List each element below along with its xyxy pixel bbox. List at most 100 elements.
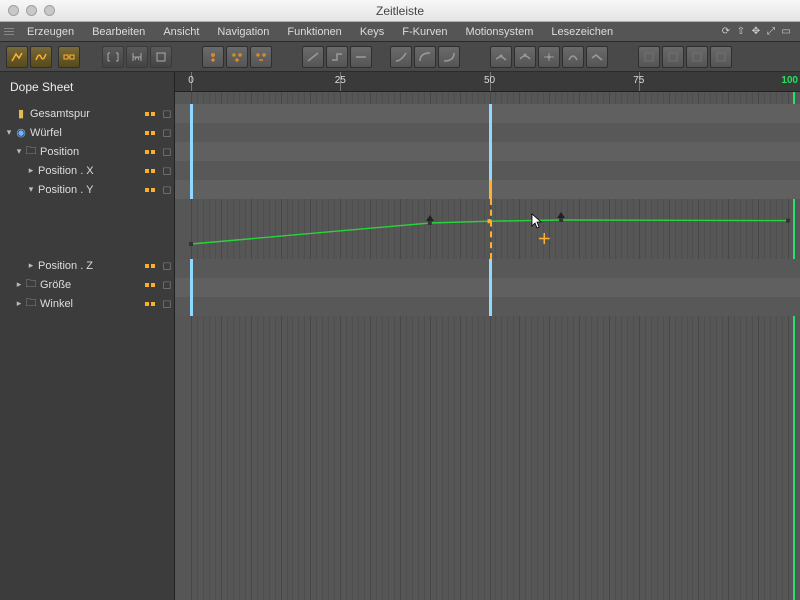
zoom-dot[interactable] bbox=[44, 5, 55, 16]
remove-keys-button[interactable] bbox=[250, 46, 272, 68]
menu-erzeugen[interactable]: Erzeugen bbox=[18, 22, 83, 42]
key-dots[interactable] bbox=[140, 302, 160, 306]
curve-area[interactable]: ＋ bbox=[175, 199, 800, 259]
mute-toggle[interactable]: ◻ bbox=[160, 126, 174, 139]
lane-angle[interactable] bbox=[175, 297, 800, 316]
track-position-x[interactable]: ▸ Position . X ◻ bbox=[0, 161, 174, 180]
tangent-step-button[interactable] bbox=[326, 46, 348, 68]
tangent-ease-button[interactable] bbox=[390, 46, 412, 68]
keyframe[interactable] bbox=[489, 259, 492, 278]
menu-lesezeichen[interactable]: Lesezeichen bbox=[542, 22, 622, 42]
traffic-lights[interactable] bbox=[8, 5, 55, 16]
nav-zoom-icon[interactable]: ⤢ bbox=[765, 26, 777, 38]
keyframe[interactable] bbox=[489, 297, 492, 316]
lane-cube[interactable] bbox=[175, 123, 800, 142]
key-dots[interactable] bbox=[140, 283, 160, 287]
key-dots[interactable] bbox=[140, 264, 160, 268]
mute-toggle[interactable]: ◻ bbox=[160, 259, 174, 272]
key-dots[interactable] bbox=[140, 112, 160, 116]
mute-toggle[interactable]: ◻ bbox=[160, 278, 174, 291]
add-keys-button[interactable] bbox=[226, 46, 248, 68]
expand-arrow-icon[interactable]: ▸ bbox=[14, 298, 24, 309]
unify-tangent-button[interactable] bbox=[514, 46, 536, 68]
keyframe[interactable] bbox=[190, 123, 193, 142]
mode-fcurve-button[interactable] bbox=[30, 46, 52, 68]
track-position[interactable]: ▾ 🗀 Position ◻ bbox=[0, 142, 174, 161]
playhead[interactable] bbox=[490, 199, 492, 259]
frame-selected-button[interactable] bbox=[126, 46, 148, 68]
keyframe[interactable] bbox=[190, 180, 193, 199]
break-tangent-button[interactable] bbox=[490, 46, 512, 68]
keyframe[interactable] bbox=[489, 278, 492, 297]
tangent-linear-button[interactable] bbox=[302, 46, 324, 68]
expand-arrow-icon[interactable]: ▾ bbox=[4, 127, 14, 138]
add-key-button[interactable] bbox=[202, 46, 224, 68]
keyframe[interactable] bbox=[489, 123, 492, 142]
menu-fkurven[interactable]: F-Kurven bbox=[393, 22, 456, 42]
track-position-z[interactable]: ▸ Position . Z ◻ bbox=[0, 256, 174, 275]
frame-all-button[interactable] bbox=[102, 46, 124, 68]
expand-arrow-icon[interactable]: ▾ bbox=[14, 146, 24, 157]
link-button[interactable] bbox=[58, 46, 80, 68]
lane-master[interactable] bbox=[175, 104, 800, 123]
auto-tangent-button[interactable] bbox=[538, 46, 560, 68]
track-position-y[interactable]: ▾ Position . Y ◻ bbox=[0, 180, 174, 199]
track-angle[interactable]: ▸ 🗀 Winkel ◻ bbox=[0, 294, 174, 313]
timeline-ruler[interactable]: 100 0255075 bbox=[175, 72, 800, 92]
tangent-handle[interactable] bbox=[426, 215, 434, 221]
keyframe[interactable] bbox=[190, 297, 193, 316]
nav-up-icon[interactable]: ⇧ bbox=[735, 26, 747, 38]
nav-icon[interactable]: ⟳ bbox=[720, 26, 732, 38]
key-dots[interactable] bbox=[140, 150, 160, 154]
close-dot[interactable] bbox=[8, 5, 19, 16]
mute-toggle[interactable]: ◻ bbox=[160, 145, 174, 158]
expand-arrow-icon[interactable]: ▸ bbox=[26, 260, 36, 271]
keyframe[interactable] bbox=[489, 161, 492, 180]
menu-bearbeiten[interactable]: Bearbeiten bbox=[83, 22, 154, 42]
menu-keys[interactable]: Keys bbox=[351, 22, 393, 42]
menu-navigation[interactable]: Navigation bbox=[208, 22, 278, 42]
minimize-dot[interactable] bbox=[26, 5, 37, 16]
keyframe[interactable] bbox=[489, 104, 492, 123]
keyframe[interactable] bbox=[190, 104, 193, 123]
mode-dopesheet-button[interactable] bbox=[6, 46, 28, 68]
expand-arrow-icon[interactable]: ▸ bbox=[14, 279, 24, 290]
timeline[interactable]: 100 0255075 ＋ bbox=[175, 72, 800, 600]
keyframe[interactable] bbox=[190, 142, 193, 161]
tangent-flat-button[interactable] bbox=[350, 46, 372, 68]
menu-funktionen[interactable]: Funktionen bbox=[278, 22, 350, 42]
mute-toggle[interactable]: ◻ bbox=[160, 183, 174, 196]
mute-toggle[interactable]: ◻ bbox=[160, 297, 174, 310]
menu-ansicht[interactable]: Ansicht bbox=[154, 22, 208, 42]
lane-pos-x[interactable] bbox=[175, 161, 800, 180]
track-cube[interactable]: ▾ ◉ Würfel ◻ bbox=[0, 123, 174, 142]
lane-pos-z[interactable] bbox=[175, 259, 800, 278]
nav-dock-icon[interactable]: ▭ bbox=[780, 26, 792, 38]
lane-position[interactable] bbox=[175, 142, 800, 161]
mute-toggle[interactable]: ◻ bbox=[160, 107, 174, 120]
menu-motionsystem[interactable]: Motionsystem bbox=[457, 22, 543, 42]
nav-move-icon[interactable]: ✥ bbox=[750, 26, 762, 38]
menubar-grip[interactable] bbox=[4, 28, 14, 35]
expand-arrow-icon[interactable]: ▸ bbox=[26, 165, 36, 176]
weighted-tangent-button[interactable] bbox=[586, 46, 608, 68]
extra-3-button[interactable] bbox=[686, 46, 708, 68]
extra-4-button[interactable] bbox=[710, 46, 732, 68]
keyframe[interactable] bbox=[489, 142, 492, 161]
tangent-easein-button[interactable] bbox=[414, 46, 436, 68]
tangent-easeout-button[interactable] bbox=[438, 46, 460, 68]
keyframe[interactable] bbox=[190, 278, 193, 297]
key-dots[interactable] bbox=[140, 169, 160, 173]
key-dots[interactable] bbox=[140, 188, 160, 192]
keyframe[interactable] bbox=[190, 259, 193, 278]
extra-1-button[interactable] bbox=[638, 46, 660, 68]
clamp-tangent-button[interactable] bbox=[562, 46, 584, 68]
keyframe[interactable] bbox=[190, 161, 193, 180]
extra-2-button[interactable] bbox=[662, 46, 684, 68]
tangent-handle[interactable] bbox=[557, 212, 565, 218]
frame-range-button[interactable] bbox=[150, 46, 172, 68]
track-master[interactable]: ▮ Gesamtspur ◻ bbox=[0, 104, 174, 123]
lane-pos-y[interactable] bbox=[175, 180, 800, 199]
keyframe[interactable] bbox=[489, 180, 492, 199]
track-size[interactable]: ▸ 🗀 Größe ◻ bbox=[0, 275, 174, 294]
